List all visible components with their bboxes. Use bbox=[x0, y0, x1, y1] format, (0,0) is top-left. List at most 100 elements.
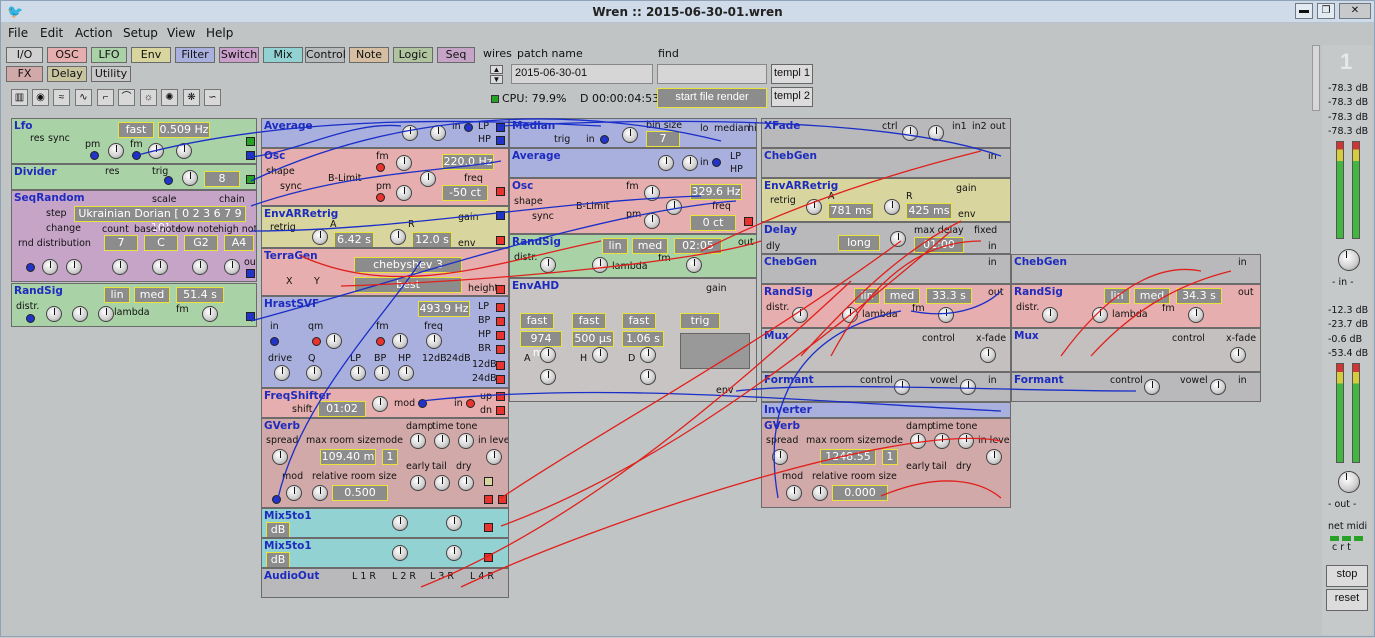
terragen-type[interactable]: chebyshev 3 bbox=[354, 257, 462, 273]
knob[interactable] bbox=[1092, 307, 1108, 323]
ahd-trig-button[interactable]: trig bbox=[680, 313, 720, 329]
output-pin[interactable] bbox=[496, 361, 505, 370]
osc2-freq-display[interactable]: 329.6 Hz bbox=[690, 184, 742, 200]
input-pin[interactable] bbox=[26, 314, 35, 323]
knob[interactable] bbox=[792, 307, 808, 323]
menu-view[interactable]: View bbox=[167, 26, 195, 40]
knob[interactable] bbox=[1210, 379, 1226, 395]
tab-filter[interactable]: Filter bbox=[175, 47, 215, 63]
knob[interactable] bbox=[72, 306, 88, 322]
module-osc-1[interactable]: Osc shape sync B-Limit fm pm freq 220.0 … bbox=[261, 148, 509, 206]
knob[interactable] bbox=[1144, 379, 1160, 395]
knob[interactable] bbox=[420, 171, 436, 187]
knob[interactable] bbox=[112, 259, 128, 275]
gverb2-rel-display[interactable]: 0.000 bbox=[832, 485, 888, 501]
knob[interactable] bbox=[486, 449, 502, 465]
divider-value-display[interactable]: 8 bbox=[204, 171, 240, 187]
input-pin[interactable] bbox=[464, 123, 473, 132]
env-a-display[interactable]: 6.42 s bbox=[334, 232, 374, 247]
shift-display[interactable]: 01:02 bbox=[318, 401, 366, 417]
module-hrastsvf[interactable]: HrastSVF 493.9 Hz in qm fm freq drive Q … bbox=[261, 296, 509, 388]
knob[interactable] bbox=[286, 485, 302, 501]
output-level-knob[interactable] bbox=[1338, 471, 1360, 493]
output-pin[interactable] bbox=[246, 151, 255, 160]
env-r-display[interactable]: 12.0 s bbox=[412, 232, 452, 247]
menu-action[interactable]: Action bbox=[75, 26, 113, 40]
output-pin[interactable] bbox=[496, 406, 505, 415]
knob[interactable] bbox=[884, 199, 900, 215]
knob[interactable] bbox=[592, 347, 608, 363]
mix-db-display[interactable]: dB bbox=[266, 552, 290, 567]
knob[interactable] bbox=[458, 475, 474, 491]
input-pin[interactable] bbox=[164, 176, 173, 185]
output-pin[interactable] bbox=[496, 303, 505, 312]
mute-toggle[interactable] bbox=[484, 477, 493, 486]
knob[interactable] bbox=[894, 379, 910, 395]
randsig-mode2[interactable]: med bbox=[134, 287, 170, 303]
output-pin[interactable] bbox=[484, 523, 493, 532]
output-pin[interactable] bbox=[484, 495, 493, 504]
module-icon-4[interactable]: ∿ bbox=[75, 89, 92, 106]
module-icon-3[interactable]: ≈ bbox=[53, 89, 70, 106]
knob[interactable] bbox=[1230, 347, 1246, 363]
tab-fx[interactable]: FX bbox=[6, 66, 43, 82]
menu-help[interactable]: Help bbox=[206, 26, 233, 40]
tab-osc[interactable]: OSC bbox=[47, 47, 87, 63]
mix-db-display[interactable]: dB bbox=[266, 522, 290, 537]
lownote-display[interactable]: G2 bbox=[184, 235, 218, 251]
module-icon-5[interactable]: ⌐ bbox=[97, 89, 114, 106]
module-lfo[interactable]: Lfo res sync pm fm fast 0.509 Hz bbox=[11, 118, 257, 164]
knob[interactable] bbox=[980, 347, 996, 363]
module-envarretrig-1[interactable]: EnvARRetrig retrig A R gain env 6.42 s 1… bbox=[261, 206, 509, 248]
ahd-mode-a[interactable]: fast bbox=[520, 313, 554, 329]
module-icon-10[interactable]: ∽ bbox=[204, 89, 221, 106]
knob[interactable] bbox=[152, 259, 168, 275]
knob[interactable] bbox=[426, 333, 442, 349]
module-randsig-3[interactable]: RandSig distr. lambda fm out lin med 33.… bbox=[761, 284, 1011, 328]
randsig3-mode2[interactable]: med bbox=[884, 288, 920, 304]
gverb-rel-display[interactable]: 0.500 bbox=[332, 485, 388, 501]
knob[interactable] bbox=[274, 365, 290, 381]
knob[interactable] bbox=[540, 257, 556, 273]
osc-freq-display[interactable]: 220.0 Hz bbox=[442, 154, 494, 170]
input-pin[interactable] bbox=[376, 337, 385, 346]
terragen-quality[interactable]: best bbox=[354, 277, 462, 293]
randsig3-mode1[interactable]: lin bbox=[854, 288, 880, 304]
knob[interactable] bbox=[644, 213, 660, 229]
knob[interactable] bbox=[910, 433, 926, 449]
env2-a-display[interactable]: 781 ms bbox=[828, 203, 874, 219]
knob[interactable] bbox=[682, 155, 698, 171]
stop-button[interactable]: stop bbox=[1326, 565, 1368, 587]
knob[interactable] bbox=[842, 307, 858, 323]
patch-canvas[interactable]: Lfo res sync pm fm fast 0.509 Hz Divider… bbox=[9, 114, 1311, 634]
knob[interactable] bbox=[224, 259, 240, 275]
knob[interactable] bbox=[446, 515, 462, 531]
output-pin[interactable] bbox=[496, 136, 505, 145]
module-gverb-1[interactable]: GVerb spread max room size mode damp tim… bbox=[261, 418, 509, 508]
output-pin[interactable] bbox=[496, 345, 505, 354]
knob[interactable] bbox=[902, 125, 918, 141]
knob[interactable] bbox=[392, 333, 408, 349]
output-pin[interactable] bbox=[246, 137, 255, 146]
osc2-cents-display[interactable]: 0 ct bbox=[690, 215, 736, 231]
module-randsig-1[interactable]: RandSig distr. lambda fm lin med 51.4 s bbox=[11, 283, 257, 327]
randsig3-time[interactable]: 33.3 s bbox=[926, 288, 972, 304]
module-randsig-2[interactable]: RandSig distr. lambda fm out lin med 02:… bbox=[509, 234, 757, 278]
randsig-mode1[interactable]: lin bbox=[104, 287, 130, 303]
module-divider[interactable]: Divider res trig 8 bbox=[11, 164, 257, 190]
module-envahd[interactable]: EnvAHD gain fast fast fast trig 974 ms 5… bbox=[509, 278, 757, 402]
tab-control[interactable]: Control bbox=[305, 47, 346, 63]
editor-splitter[interactable] bbox=[1312, 45, 1320, 111]
knob[interactable] bbox=[622, 127, 638, 143]
module-average-1[interactable]: Average in LP HP bbox=[261, 118, 509, 148]
output-pin[interactable] bbox=[246, 269, 255, 278]
knob[interactable] bbox=[786, 485, 802, 501]
randsig2-time[interactable]: 02:05 bbox=[674, 238, 722, 254]
tab-mix[interactable]: Mix bbox=[263, 47, 303, 63]
input-pin[interactable] bbox=[132, 151, 141, 160]
module-icon-6[interactable]: ⌒ bbox=[118, 89, 135, 106]
input-pin[interactable] bbox=[418, 399, 427, 408]
module-delay[interactable]: Delay dly max delay fixed in long 01:00 bbox=[761, 222, 1011, 254]
module-mix5to1-b[interactable]: Mix5to1 dB bbox=[261, 538, 509, 568]
menu-edit[interactable]: Edit bbox=[40, 26, 63, 40]
